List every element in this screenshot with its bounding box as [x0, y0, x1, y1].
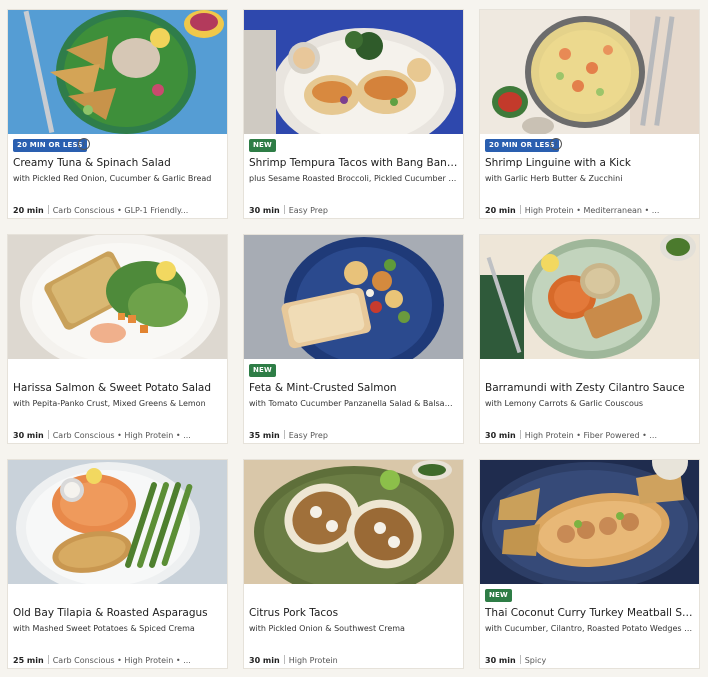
recipe-subtitle: with Pepita-Panko Crust, Mixed Greens & … [13, 399, 206, 408]
recipe-title[interactable]: Shrimp Linguine with a Kick [485, 157, 696, 169]
recipe-title[interactable]: Creamy Tuna & Spinach Salad [13, 157, 224, 169]
recipe-tags: Spicy [524, 656, 547, 665]
recipe-title[interactable]: Barramundi with Zesty Cilantro Sauce [485, 382, 696, 394]
recipe-meta: 25 min Carb Conscious • High Protein • ..… [13, 655, 224, 665]
cook-time: 30 min [249, 656, 280, 665]
recipe-tags: High Protein • Fiber Powered • ... [524, 431, 657, 440]
recipe-card[interactable]: Old Bay Tilapia & Roasted Asparagus with… [7, 459, 228, 669]
cook-time: 30 min [13, 431, 44, 440]
recipe-subtitle: with Pickled Red Onion, Cucumber & Garli… [13, 174, 212, 183]
recipe-title[interactable]: Shrimp Tempura Tacos with Bang Bang ... [249, 157, 460, 169]
recipe-title[interactable]: Thai Coconut Curry Turkey Meatball San..… [485, 607, 696, 619]
recipe-image[interactable] [480, 460, 699, 584]
cook-time: 20 min [13, 206, 44, 215]
recipe-subtitle: plus Sesame Roasted Broccoli, Pickled Cu… [249, 174, 460, 183]
recipe-tags: Easy Prep [288, 431, 328, 440]
recipe-subtitle: with Garlic Herb Butter & Zucchini [485, 174, 623, 183]
info-icon[interactable]: i [78, 138, 90, 150]
recipe-card[interactable]: 20 MIN OR LESS i Shrimp Linguine with a … [479, 9, 700, 219]
recipe-meta: 30 min High Protein [249, 655, 460, 665]
cook-time: 30 min [485, 656, 516, 665]
recipe-tags: High Protein • Mediterranean • ... [524, 206, 660, 215]
recipe-meta: 20 min High Protein • Mediterranean • ... [485, 205, 696, 215]
recipe-card[interactable]: NEW Feta & Mint-Crusted Salmon with Toma… [243, 234, 464, 444]
recipe-tags: Easy Prep [288, 206, 328, 215]
recipe-image[interactable] [480, 10, 699, 134]
recipe-card[interactable]: Harissa Salmon & Sweet Potato Salad with… [7, 234, 228, 444]
recipe-card[interactable]: 20 MIN OR LESS i Creamy Tuna & Spinach S… [7, 9, 228, 219]
recipe-tags: Carb Conscious • GLP-1 Friendly... [52, 206, 189, 215]
recipe-image[interactable] [244, 235, 463, 359]
quick-badge: 20 MIN OR LESS [13, 139, 87, 152]
recipe-image[interactable] [8, 10, 227, 134]
cook-time: 30 min [485, 431, 516, 440]
new-badge: NEW [249, 364, 276, 377]
recipe-subtitle: with Tomato Cucumber Panzanella Salad & … [249, 399, 460, 408]
recipe-tags: Carb Conscious • High Protein • ... [52, 656, 191, 665]
recipe-tags: Carb Conscious • High Protein • ... [52, 431, 191, 440]
recipe-meta: 30 min Carb Conscious • High Protein • ..… [13, 430, 224, 440]
recipe-card[interactable]: NEW Thai Coconut Curry Turkey Meatball S… [479, 459, 700, 669]
recipe-image[interactable] [480, 235, 699, 359]
info-icon[interactable]: i [550, 138, 562, 150]
cook-time: 30 min [249, 206, 280, 215]
recipe-subtitle: with Mashed Sweet Potatoes & Spiced Crem… [13, 624, 195, 633]
recipe-subtitle: with Pickled Onion & Southwest Crema [249, 624, 405, 633]
recipe-meta: 20 min Carb Conscious • GLP-1 Friendly... [13, 205, 224, 215]
cook-time: 20 min [485, 206, 516, 215]
recipe-subtitle: with Cucumber, Cilantro, Roasted Potato … [485, 624, 696, 633]
new-badge: NEW [485, 589, 512, 602]
recipe-meta: 30 min Spicy [485, 655, 696, 665]
recipe-meta: 30 min Easy Prep [249, 205, 460, 215]
recipe-title[interactable]: Harissa Salmon & Sweet Potato Salad [13, 382, 224, 394]
recipe-tags: High Protein [288, 656, 338, 665]
recipe-title[interactable]: Old Bay Tilapia & Roasted Asparagus [13, 607, 224, 619]
recipe-card[interactable]: Barramundi with Zesty Cilantro Sauce wit… [479, 234, 700, 444]
cook-time: 25 min [13, 656, 44, 665]
recipe-meta: 30 min High Protein • Fiber Powered • ... [485, 430, 696, 440]
recipe-card[interactable]: Citrus Pork Tacos with Pickled Onion & S… [243, 459, 464, 669]
recipe-image[interactable] [8, 460, 227, 584]
recipe-image[interactable] [244, 10, 463, 134]
recipe-meta: 35 min Easy Prep [249, 430, 460, 440]
recipe-grid: 20 MIN OR LESS i Creamy Tuna & Spinach S… [0, 0, 708, 677]
recipe-card[interactable]: NEW Shrimp Tempura Tacos with Bang Bang … [243, 9, 464, 219]
recipe-title[interactable]: Citrus Pork Tacos [249, 607, 460, 619]
new-badge: NEW [249, 139, 276, 152]
recipe-title[interactable]: Feta & Mint-Crusted Salmon [249, 382, 460, 394]
recipe-subtitle: with Lemony Carrots & Garlic Couscous [485, 399, 644, 408]
recipe-image[interactable] [244, 460, 463, 584]
cook-time: 35 min [249, 431, 280, 440]
quick-badge: 20 MIN OR LESS [485, 139, 559, 152]
recipe-image[interactable] [8, 235, 227, 359]
